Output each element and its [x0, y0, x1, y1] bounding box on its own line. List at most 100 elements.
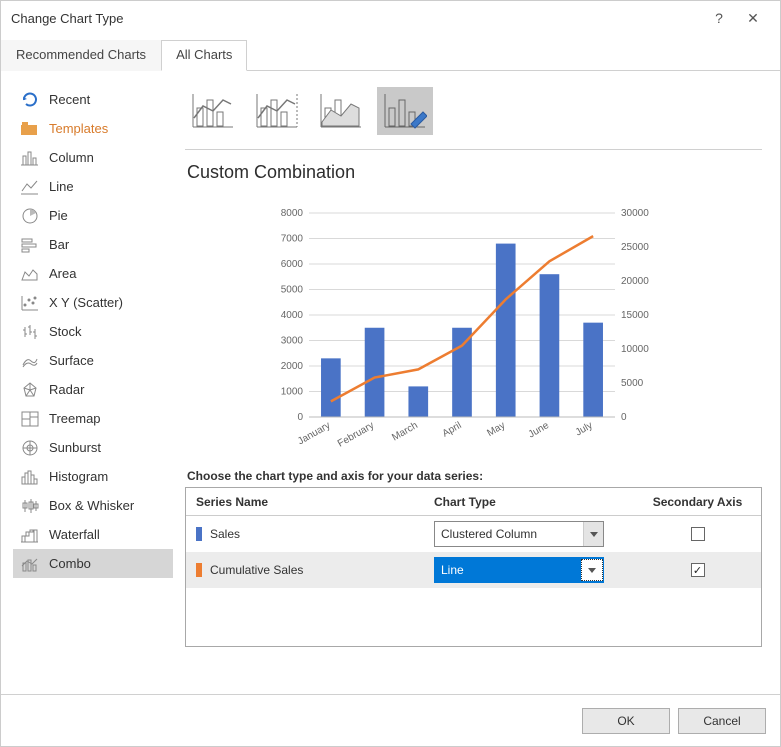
sidebar-item-label: Line	[49, 179, 74, 194]
histogram-icon	[21, 468, 39, 486]
chevron-down-icon	[583, 522, 603, 546]
sidebar-item-pie[interactable]: Pie	[13, 201, 173, 230]
series-name-label: Sales	[210, 527, 240, 541]
svg-text:5000: 5000	[621, 378, 644, 389]
chart-type-dropdown-sales[interactable]: Clustered Column	[434, 521, 604, 547]
sidebar-item-label: Pie	[49, 208, 68, 223]
series-swatch	[196, 563, 202, 577]
combo-subtype-custom[interactable]	[377, 87, 433, 135]
sidebar-item-label: Surface	[49, 353, 94, 368]
sidebar-item-histogram[interactable]: Histogram	[13, 462, 173, 491]
svg-text:4000: 4000	[281, 310, 304, 321]
sidebar-item-line[interactable]: Line	[13, 172, 173, 201]
sidebar-item-scatter[interactable]: X Y (Scatter)	[13, 288, 173, 317]
help-icon[interactable]: ?	[702, 10, 736, 26]
svg-text:July: July	[574, 420, 595, 438]
close-icon[interactable]: ✕	[736, 10, 770, 27]
sidebar-item-radar[interactable]: Radar	[13, 375, 173, 404]
sidebar-item-label: Treemap	[49, 411, 101, 426]
svg-text:January: January	[296, 420, 332, 447]
sidebar-item-label: Histogram	[49, 469, 108, 484]
dropdown-value: Clustered Column	[441, 527, 537, 541]
sidebar-item-treemap[interactable]: Treemap	[13, 404, 173, 433]
svg-text:15000: 15000	[621, 310, 649, 321]
series-row-cumulative: Cumulative Sales Line ✓	[186, 552, 761, 588]
sidebar-item-column[interactable]: Column	[13, 143, 173, 172]
combo-icon	[21, 555, 39, 573]
svg-text:March: March	[390, 420, 420, 443]
cancel-button[interactable]: Cancel	[678, 708, 766, 734]
svg-text:20000: 20000	[621, 276, 649, 287]
sidebar-item-combo[interactable]: Combo	[13, 549, 173, 578]
sidebar-item-label: X Y (Scatter)	[49, 295, 123, 310]
dropdown-value: Line	[441, 563, 464, 577]
templates-icon	[21, 120, 39, 138]
svg-text:June: June	[527, 420, 552, 441]
column-icon	[21, 149, 39, 167]
svg-text:8000: 8000	[281, 208, 304, 219]
svg-text:0: 0	[621, 412, 627, 423]
svg-text:3000: 3000	[281, 336, 304, 347]
svg-text:7000: 7000	[281, 234, 304, 245]
series-instruction: Choose the chart type and axis for your …	[187, 469, 762, 483]
sidebar-item-templates[interactable]: Templates	[13, 114, 173, 143]
line-icon	[21, 178, 39, 196]
ok-button[interactable]: OK	[582, 708, 670, 734]
svg-text:2000: 2000	[281, 361, 304, 372]
svg-text:April: April	[441, 420, 464, 440]
tab-all-charts[interactable]: All Charts	[161, 40, 247, 71]
area-icon	[21, 265, 39, 283]
recent-icon	[21, 91, 39, 109]
scatter-icon	[21, 294, 39, 312]
sidebar-item-label: Templates	[49, 121, 108, 136]
sidebar-item-area[interactable]: Area	[13, 259, 173, 288]
svg-text:10000: 10000	[621, 344, 649, 355]
sidebar-item-label: Combo	[49, 556, 91, 571]
sidebar-item-label: Bar	[49, 237, 69, 252]
combo-subtype-2[interactable]	[249, 87, 305, 135]
combo-subtype-1[interactable]	[185, 87, 241, 135]
sidebar-item-label: Radar	[49, 382, 84, 397]
sidebar-item-waterfall[interactable]: Waterfall	[13, 520, 173, 549]
svg-text:30000: 30000	[621, 208, 649, 219]
series-swatch	[196, 527, 202, 541]
chevron-down-icon	[581, 559, 603, 581]
sidebar-item-stock[interactable]: Stock	[13, 317, 173, 346]
sidebar-item-label: Column	[49, 150, 94, 165]
sidebar-item-bar[interactable]: Bar	[13, 230, 173, 259]
sidebar-item-label: Waterfall	[49, 527, 100, 542]
series-row-sales: Sales Clustered Column	[186, 516, 761, 552]
series-name-label: Cumulative Sales	[210, 563, 303, 577]
radar-icon	[21, 381, 39, 399]
tab-recommended-charts[interactable]: Recommended Charts	[1, 40, 161, 71]
dialog-body: Recent Templates Column Line Pie Bar Are…	[1, 71, 780, 694]
svg-text:6000: 6000	[281, 259, 304, 270]
sidebar-item-box-whisker[interactable]: Box & Whisker	[13, 491, 173, 520]
secondary-axis-checkbox-sales[interactable]	[691, 527, 705, 541]
sidebar-item-sunburst[interactable]: Sunburst	[13, 433, 173, 462]
svg-text:February: February	[336, 420, 376, 450]
svg-text:0: 0	[297, 412, 303, 423]
svg-text:5000: 5000	[281, 285, 304, 296]
svg-text:25000: 25000	[621, 242, 649, 253]
sidebar-item-surface[interactable]: Surface	[13, 346, 173, 375]
main-pane: Custom Combination 010002000300040005000…	[185, 81, 762, 682]
dialog-title: Change Chart Type	[11, 11, 702, 26]
sunburst-icon	[21, 439, 39, 457]
svg-text:May: May	[485, 420, 507, 439]
secondary-axis-checkbox-cumulative[interactable]: ✓	[691, 563, 705, 577]
header-secondary-axis: Secondary Axis	[634, 495, 761, 509]
waterfall-icon	[21, 526, 39, 544]
sidebar-item-label: Stock	[49, 324, 82, 339]
sidebar-item-label: Sunburst	[49, 440, 101, 455]
combo-subtype-3[interactable]	[313, 87, 369, 135]
sidebar-item-label: Area	[49, 266, 76, 281]
pie-icon	[21, 207, 39, 225]
chart-type-dropdown-cumulative[interactable]: Line	[434, 557, 604, 583]
sidebar-item-label: Box & Whisker	[49, 498, 134, 513]
titlebar: Change Chart Type ? ✕	[1, 1, 780, 35]
svg-text:1000: 1000	[281, 387, 304, 398]
stock-icon	[21, 323, 39, 341]
sidebar-item-recent[interactable]: Recent	[13, 85, 173, 114]
surface-icon	[21, 352, 39, 370]
